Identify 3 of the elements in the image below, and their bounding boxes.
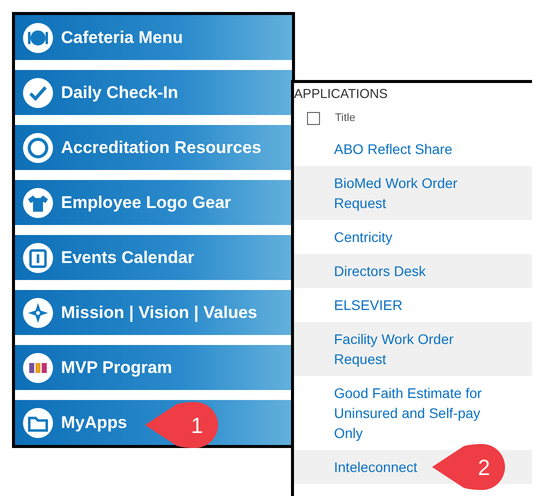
callout-tooltip: 1 xyxy=(145,402,221,448)
section-heading: APPLICATIONS xyxy=(294,85,389,103)
callout-tooltip: 2 xyxy=(432,444,508,490)
